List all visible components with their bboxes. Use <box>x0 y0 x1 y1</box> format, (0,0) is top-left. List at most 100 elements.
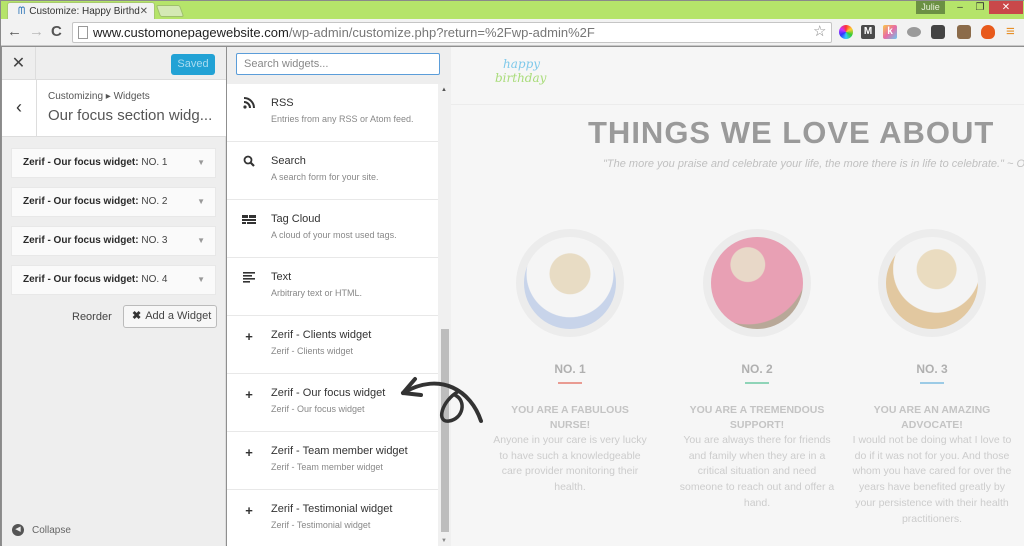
reorder-link[interactable]: Reorder <box>72 311 112 323</box>
plus-icon: + <box>245 445 253 460</box>
widget-name: Zerif - Testimonial widget <box>271 503 393 515</box>
widget-title: NO. 3 <box>141 235 168 246</box>
widget-item-zerif-team-member[interactable]: + Zerif - Team member widget Zerif - Tea… <box>227 432 438 490</box>
address-bar[interactable]: www.customonepagewebsite.com/wp-admin/cu… <box>72 22 832 43</box>
plus-icon: + <box>245 503 253 518</box>
focus-accent-bar <box>920 382 944 384</box>
close-customizer-icon[interactable]: ✕ <box>2 47 36 80</box>
profile-badge[interactable]: Julie <box>916 1 945 14</box>
focus-image-frame <box>878 229 986 337</box>
browser-toolbar: ← → C www.customonepagewebsite.com/wp-ad… <box>1 19 1024 46</box>
widget-type: Zerif - Our focus widget: <box>23 157 139 168</box>
back-chevron-icon[interactable]: ‹ <box>2 80 37 137</box>
widget-list-scrollbar[interactable]: ▲ ▼ <box>438 84 451 546</box>
collapse-arrow-icon: ◀ <box>12 524 24 536</box>
k-extension-icon[interactable]: k <box>883 25 897 39</box>
section-heading: THINGS WE LOVE ABOUT <box>588 115 995 150</box>
close-x-icon: ✖ <box>132 310 142 322</box>
focus-number: NO. 2 <box>741 362 773 376</box>
tab-close-icon[interactable]: ✕ <box>140 6 148 17</box>
widget-item-zerif-testimonial[interactable]: + Zerif - Testimonial widget Zerif - Tes… <box>227 490 438 546</box>
window-close-button[interactable]: ✕ <box>989 1 1023 14</box>
photo-with-baby-image <box>711 237 803 329</box>
focus-item: NO. 3 YOU ARE AN AMAZING ADVOCATE! I wou… <box>847 229 1017 527</box>
widget-name: Zerif - Clients widget <box>271 329 372 341</box>
caret-down-icon[interactable]: ▼ <box>197 227 205 255</box>
add-widget-label: Add a Widget <box>145 310 212 322</box>
browser-window: ᗰ Customize: Happy Birthda ✕ Julie – ❐ ✕… <box>0 0 1024 546</box>
widget-item-text[interactable]: Text Arbitrary text or HTML. <box>227 258 438 316</box>
focus-number: NO. 3 <box>916 362 948 376</box>
fire-extension-icon[interactable] <box>981 25 995 39</box>
widget-item-zerif-clients[interactable]: + Zerif - Clients widget Zerif - Clients… <box>227 316 438 374</box>
logo-line-1: happy <box>503 57 541 71</box>
caret-down-icon[interactable]: ▼ <box>197 149 205 177</box>
search-icon <box>241 155 257 170</box>
focus-accent-bar <box>745 382 769 384</box>
nurse-caricature-image <box>524 237 616 329</box>
m-extension-icon[interactable]: M <box>861 25 875 39</box>
widget-desc: Zerif - Team member widget <box>271 462 383 472</box>
browser-tab[interactable]: ᗰ Customize: Happy Birthda ✕ <box>7 2 155 19</box>
focus-heading: YOU ARE A TREMENDOUS SUPPORT! <box>689 404 825 431</box>
scrollbar-thumb[interactable] <box>441 329 449 532</box>
customizer-pane: ✕ Saved ‹ Customizing ▸ Widgets Our focu… <box>2 47 226 546</box>
scroll-down-icon[interactable]: ▼ <box>441 538 447 544</box>
widget-name: Zerif - Team member widget <box>271 445 408 457</box>
focus-image-frame <box>703 229 811 337</box>
forward-button[interactable]: → <box>29 23 44 40</box>
section-quote: "The more you praise and celebrate your … <box>603 158 1024 170</box>
caret-down-icon[interactable]: ▼ <box>197 188 205 216</box>
url-domain: www.customonepagewebsite.com <box>93 25 289 40</box>
focus-body: You are always there for friends and fam… <box>679 434 835 509</box>
color-wheel-icon[interactable] <box>839 25 853 39</box>
search-widgets-input[interactable]: Search widgets... <box>236 53 440 75</box>
evernote-icon[interactable] <box>931 25 945 39</box>
instagram-icon[interactable] <box>957 25 971 39</box>
widget-list: RSS Entries from any RSS or Atom feed. S… <box>227 84 438 546</box>
plus-icon: + <box>245 329 253 344</box>
back-button[interactable]: ← <box>7 23 22 40</box>
title-bar: ᗰ Customize: Happy Birthda ✕ Julie – ❐ ✕ <box>1 1 1024 19</box>
bookmark-star-icon[interactable]: ☆ <box>813 22 826 40</box>
logo-line-2: birthday <box>495 71 547 85</box>
collapse-button[interactable]: ◀ Collapse <box>12 524 71 536</box>
widget-item-tag-cloud[interactable]: Tag Cloud A cloud of your most used tags… <box>227 200 438 258</box>
widget-row[interactable]: Zerif - Our focus widget: NO. 1 ▼ <box>11 148 216 178</box>
add-widget-button[interactable]: ✖ Add a Widget <box>123 305 217 328</box>
saved-button[interactable]: Saved <box>171 54 215 75</box>
section-title: Our focus section widg... <box>48 107 213 124</box>
eye-extension-icon[interactable] <box>907 27 921 37</box>
widget-row[interactable]: Zerif - Our focus widget: NO. 3 ▼ <box>11 226 216 256</box>
reload-button[interactable]: C <box>51 23 62 40</box>
scroll-up-icon[interactable]: ▲ <box>441 87 447 93</box>
widget-item-zerif-our-focus[interactable]: + Zerif - Our focus widget Zerif - Our f… <box>227 374 438 432</box>
widget-desc: Entries from any RSS or Atom feed. <box>271 114 414 124</box>
widget-row[interactable]: Zerif - Our focus widget: NO. 2 ▼ <box>11 187 216 217</box>
widget-name: RSS <box>271 97 294 109</box>
focus-body: Anyone in your care is very lucky to hav… <box>493 434 647 494</box>
url-path: /wp-admin/customize.php?return=%2Fwp-adm… <box>288 25 595 40</box>
plus-icon: + <box>245 387 253 402</box>
chrome-menu-icon[interactable]: ≡ <box>1006 23 1015 40</box>
widget-title: NO. 4 <box>141 274 168 285</box>
widget-type: Zerif - Our focus widget: <box>23 196 139 207</box>
widget-title: NO. 2 <box>141 196 168 207</box>
breadcrumb: Customizing ▸ Widgets <box>48 91 150 102</box>
widget-item-search[interactable]: Search A search form for your site. <box>227 142 438 200</box>
widget-name: Tag Cloud <box>271 213 321 225</box>
wordpress-favicon-icon: ᗰ <box>18 5 26 17</box>
caret-down-icon[interactable]: ▼ <box>197 266 205 294</box>
maximize-button[interactable]: ❐ <box>971 1 989 14</box>
widget-row[interactable]: Zerif - Our focus widget: NO. 4 ▼ <box>11 265 216 295</box>
widget-type: Zerif - Our focus widget: <box>23 235 139 246</box>
available-widgets-panel: Search widgets... RSS Entries from any R… <box>227 47 451 546</box>
page-icon <box>78 26 88 39</box>
tab-title: Customize: Happy Birthda <box>29 5 140 17</box>
customizer-header: ✕ Saved <box>2 47 226 80</box>
minimize-button[interactable]: – <box>951 1 969 14</box>
site-logo[interactable]: happy birthday <box>495 57 555 99</box>
focus-number: NO. 1 <box>554 362 586 376</box>
widget-item-rss[interactable]: RSS Entries from any RSS or Atom feed. <box>227 84 438 142</box>
new-tab-button[interactable] <box>155 5 185 17</box>
